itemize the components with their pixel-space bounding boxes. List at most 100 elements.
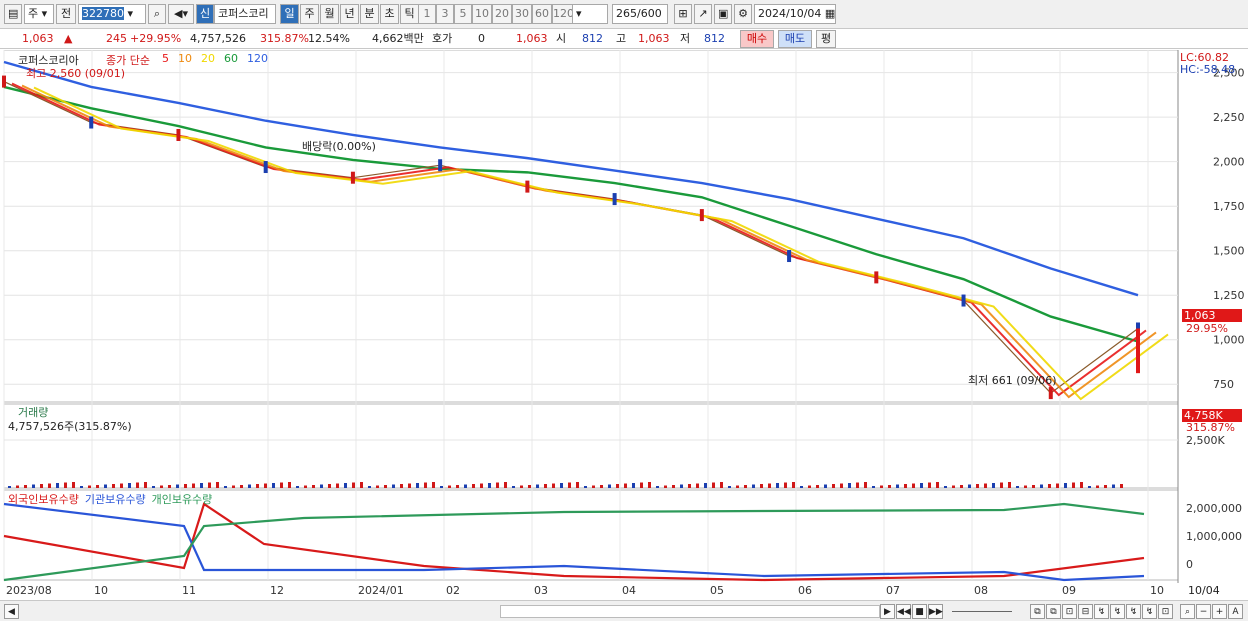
volume-bar-23 <box>192 483 195 488</box>
price-tick-4: 1,500 <box>1213 245 1245 258</box>
gear-icon[interactable]: ⚙ <box>734 4 752 24</box>
ma-legend-10: 10 <box>178 52 192 65</box>
period-tab-0[interactable]: 일 <box>280 4 299 24</box>
scroll-thumb[interactable] <box>500 605 880 618</box>
interval-tab-30[interactable]: 30 <box>512 4 532 24</box>
price: 1,063 <box>22 32 54 45</box>
interval-tab-5[interactable]: 5 <box>454 4 472 24</box>
period-tab-6[interactable]: 틱 <box>400 4 419 24</box>
interval-tab-120[interactable]: 120 <box>552 4 574 24</box>
volume-bar-77 <box>624 483 627 488</box>
x-tick-6: 03 <box>534 584 548 597</box>
zoom-in-icon[interactable]: + <box>1212 604 1227 619</box>
interval-tab-10[interactable]: 10 <box>472 4 492 24</box>
volume-bar-19 <box>160 485 163 488</box>
interval-tab-20[interactable]: 20 <box>492 4 512 24</box>
period-tab-2[interactable]: 월 <box>320 4 339 24</box>
volume-bar-62 <box>504 482 507 488</box>
zoom-slider[interactable] <box>952 611 1012 612</box>
interval-tab-60[interactable]: 60 <box>532 4 552 24</box>
count-max: /600 <box>637 7 662 20</box>
volume-bar-132 <box>1064 483 1067 488</box>
volume-bar-4 <box>40 484 43 488</box>
tool-icon-4[interactable]: ⊟ <box>1078 604 1093 619</box>
volume-bar-126 <box>1016 486 1019 488</box>
sell-button[interactable]: 매도 <box>778 30 812 48</box>
chart-svg[interactable]: 2,5002,2502,0001,7501,5001,2501,00075020… <box>0 49 1248 603</box>
period-tab-4[interactable]: 분 <box>360 4 379 24</box>
tool-icon-3[interactable]: ⊡ <box>1062 604 1077 619</box>
volume-bar-112 <box>904 484 907 488</box>
code-input[interactable]: 322780 ▾ <box>78 4 146 24</box>
volume-bar-102 <box>824 484 827 488</box>
volume-bar-69 <box>560 483 563 488</box>
stop-icon[interactable]: ■ <box>912 604 927 619</box>
tool-icon-1[interactable]: ⧉ <box>1030 604 1045 619</box>
buy-button[interactable]: 매수 <box>740 30 774 48</box>
count-field[interactable]: 265/600 <box>612 4 668 24</box>
chart-type-icon[interactable]: ⊞ <box>674 4 692 24</box>
forward-icon[interactable]: ▶▶ <box>928 604 943 619</box>
zoom-icon[interactable]: ⌕ <box>1180 604 1195 619</box>
volume-bar-130 <box>1048 484 1051 488</box>
volume-bar-27 <box>224 486 227 488</box>
period-tab-3[interactable]: 년 <box>340 4 359 24</box>
draw-icon[interactable]: ↗ <box>694 4 712 24</box>
volume-bar-31 <box>256 484 259 488</box>
zoom-out-icon[interactable]: − <box>1196 604 1211 619</box>
tool-icon-6[interactable]: ↯ <box>1110 604 1125 619</box>
volume-bar-82 <box>664 485 667 488</box>
price-tick-6: 1,000 <box>1213 334 1245 347</box>
market-type-value: 주 <box>28 7 39 20</box>
x-tick-0: 2023/08 <box>6 584 52 597</box>
interval-tab-3[interactable]: 3 <box>436 4 454 24</box>
interval-tab-1[interactable]: 1 <box>418 4 436 24</box>
rewind-icon[interactable]: ◀◀ <box>896 604 911 619</box>
volume-bar-93 <box>752 484 755 488</box>
volume-bar-13 <box>112 484 115 488</box>
search-icon[interactable]: ⌕ <box>148 4 166 24</box>
volume-bar-58 <box>472 484 475 488</box>
interval-input[interactable]: ▾ <box>572 4 608 24</box>
eval-button[interactable]: 평 <box>816 30 836 48</box>
scroll-bar[interactable]: ◀ ▶ ◀◀ ■ ▶▶ ⧉ ⧉ ⊡ ⊟ ↯ ↯ ↯ ↯ ⊡ ⌕ − + A <box>0 600 1248 621</box>
tool-icon-7[interactable]: ↯ <box>1126 604 1141 619</box>
scroll-left-icon[interactable]: ◀ <box>4 604 19 619</box>
font-icon[interactable]: A <box>1228 604 1243 619</box>
open-label: 시 <box>556 32 567 45</box>
x-right-label: 10/04 <box>1188 584 1220 597</box>
window-icon[interactable]: ▤ <box>4 4 22 24</box>
high: 1,063 <box>638 32 670 45</box>
volume-bar-137 <box>1104 485 1107 488</box>
date-input[interactable]: 2024/10/04 ▦ <box>754 4 836 24</box>
tool-icon-9[interactable]: ⊡ <box>1158 604 1173 619</box>
volume-bar-29 <box>240 485 243 488</box>
volume-bar-20 <box>168 485 171 488</box>
volume-bar-108 <box>872 486 875 488</box>
volume-bar-114 <box>920 483 923 488</box>
new-button[interactable]: 신 <box>196 4 214 24</box>
candle-0 <box>2 75 6 88</box>
volume-bar-139 <box>1120 484 1123 488</box>
volume-bar-48 <box>392 484 395 488</box>
market-type-select[interactable]: 주 ▾ <box>24 4 54 24</box>
count-value: 265 <box>616 7 637 20</box>
tool-icon-2[interactable]: ⧉ <box>1046 604 1061 619</box>
volume-bar-57 <box>464 484 467 488</box>
volume-bar-115 <box>928 482 931 488</box>
all-button[interactable]: 전 <box>56 4 76 24</box>
volume-bar-73 <box>592 485 595 488</box>
volume-bar-49 <box>400 484 403 488</box>
period-tab-5[interactable]: 초 <box>380 4 399 24</box>
volume-bar-61 <box>496 482 499 488</box>
save-icon[interactable]: ▣ <box>714 4 732 24</box>
period-tab-1[interactable]: 주 <box>300 4 319 24</box>
tool-icon-5[interactable]: ↯ <box>1094 604 1109 619</box>
volume-bar-89 <box>720 482 723 488</box>
volume-bar-95 <box>768 483 771 488</box>
tool-icon-8[interactable]: ↯ <box>1142 604 1157 619</box>
holding-legend-1: 기관보유수량 <box>84 493 146 506</box>
scroll-right-icon[interactable]: ▶ <box>880 604 895 619</box>
sound-icon[interactable]: ◀▾ <box>168 4 194 24</box>
hc-label: HC:-58.48 <box>1180 63 1236 76</box>
